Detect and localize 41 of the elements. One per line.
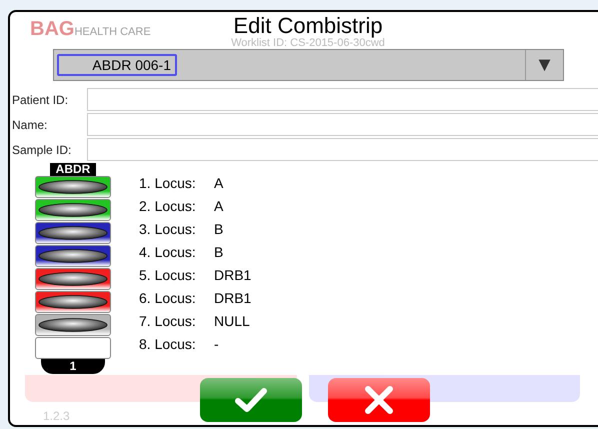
logo-text: BAG: [30, 17, 74, 42]
worklist-id: Worklist ID: CS-2015-06-30cwd: [231, 39, 385, 47]
field-label: Sample ID:: [11, 142, 72, 158]
locus-value: DRB1: [214, 266, 252, 285]
oval-icon: [38, 318, 108, 332]
oval-icon: [38, 295, 108, 309]
locus-dropdown[interactable]: ABDR 006-1 ▼: [53, 49, 564, 81]
input-field[interactable]: [87, 138, 598, 161]
locus-value: A: [214, 197, 224, 216]
logo-subtext: HEALTH CARE: [74, 25, 151, 40]
input-field[interactable]: [87, 88, 598, 111]
strip-number: 1: [41, 359, 105, 374]
field-label: Patient ID:: [11, 92, 70, 108]
oval-icon: [38, 203, 108, 217]
input-field[interactable]: [87, 113, 598, 136]
field-label: Name:: [11, 116, 48, 134]
locus-label: 2. Locus:: [139, 197, 197, 216]
locus-value: A: [214, 174, 224, 193]
cancel-button[interactable]: [328, 378, 430, 422]
locus-value: B: [214, 220, 224, 239]
locus-value: NULL: [214, 312, 250, 331]
dialog-title: Edit Combistrip: [233, 13, 383, 38]
checkmark-icon: [233, 386, 269, 414]
dropdown-value: ABDR 006-1: [57, 54, 177, 76]
oval-icon: [38, 226, 108, 240]
locus-value: B: [214, 243, 224, 262]
oval-icon: [38, 272, 108, 286]
oval-icon: [38, 180, 108, 194]
locus-label: 5. Locus:: [139, 266, 197, 285]
strip-header: ABDR: [50, 163, 96, 176]
confirm-button[interactable]: [200, 378, 302, 422]
oval-icon: [38, 249, 108, 263]
locus-label: 6. Locus:: [139, 289, 197, 308]
locus-value: DRB1: [214, 289, 252, 308]
locus-label: 3. Locus:: [139, 220, 197, 239]
locus-label: 1. Locus:: [139, 174, 197, 193]
locus-label: 7. Locus:: [139, 312, 197, 331]
close-icon: [364, 385, 394, 415]
locus-value: -: [214, 335, 219, 354]
locus-label: 4. Locus:: [139, 243, 197, 262]
locus-label: 8. Locus:: [139, 335, 197, 354]
